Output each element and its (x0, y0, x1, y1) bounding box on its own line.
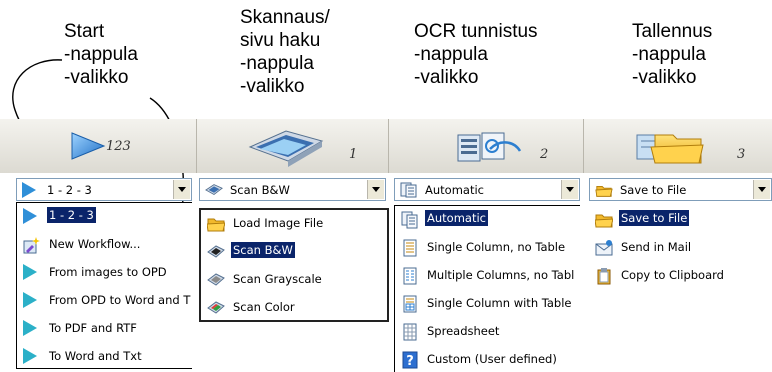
menu-item-label: New Workflow... (49, 237, 141, 251)
menu-item-label: Multiple Columns, no Tabl (427, 268, 575, 282)
document-icon (401, 211, 418, 229)
save-button-number: 3 (737, 147, 746, 162)
column-table-icon (403, 295, 417, 313)
caption-line: -valikko (414, 67, 479, 88)
start-combo[interactable]: 1 - 2 - 3 (16, 178, 192, 201)
save-combo-value: Save to File (620, 183, 687, 197)
save-button[interactable]: 3 (585, 119, 772, 173)
menu-item-label: Send in Mail (621, 240, 692, 254)
scan-combo-value: Scan B&W (230, 183, 290, 197)
ocr-button[interactable]: 2 (390, 119, 584, 173)
menu-item-label: To Word and Txt (49, 349, 142, 363)
ocr-combo[interactable]: Automatic (394, 178, 580, 201)
menu-item-label: Custom (User defined) (427, 352, 557, 366)
save-menu: Save to File Send in Mail Copy to Clipbo… (589, 206, 772, 296)
document-icon (400, 182, 417, 198)
scanner-icon (205, 184, 223, 196)
caption-line: -nappula (414, 44, 488, 65)
folder-icon (595, 214, 613, 228)
caption-line: -nappula (240, 53, 314, 74)
scanner-icon (248, 130, 324, 167)
start-button-number: 123 (106, 139, 131, 154)
scan-button-number: 1 (349, 147, 358, 162)
scanner-color-icon (207, 301, 225, 314)
caption-line: Skannaus/ (240, 7, 330, 28)
menu-item-label: From images to OPD (49, 265, 167, 279)
menu-item-label: Load Image File (233, 216, 324, 230)
caption-ocr: OCR tunnistus -nappula -valikko (414, 20, 538, 89)
save-combo[interactable]: Save to File (589, 178, 772, 201)
new-workflow-icon (23, 237, 40, 254)
menu-item-label: To PDF and RTF (49, 321, 137, 335)
chevron-down-icon[interactable] (561, 180, 578, 199)
menu-item-label: Single Column with Table (427, 296, 572, 310)
menu-item-label: Automatic (425, 210, 488, 226)
menu-item-label: Scan Grayscale (233, 272, 322, 286)
play-icon (71, 132, 106, 160)
play-icon (23, 348, 41, 366)
menu-item-label: Scan B&W (231, 242, 295, 258)
caption-line: -valikko (240, 76, 305, 97)
ocr-menu: Automatic Single Column, no Table Multip… (394, 205, 580, 372)
ocr-button-number: 2 (540, 147, 549, 162)
chevron-down-icon[interactable] (753, 180, 770, 199)
chevron-down-icon[interactable] (367, 180, 384, 199)
menu-item-label: Scan Color (233, 300, 295, 314)
start-button[interactable]: 123 (0, 119, 197, 173)
multi-column-icon (403, 267, 417, 285)
play-icon (23, 320, 41, 338)
single-column-icon (403, 239, 417, 257)
play-icon (23, 264, 41, 282)
svg-text:?: ? (406, 354, 414, 369)
menu-item-label: Save to File (619, 210, 690, 226)
caption-line: Start (64, 21, 105, 42)
caption-line: -nappula (64, 44, 138, 65)
caption-line: sivu haku (240, 30, 321, 51)
scanner-icon (207, 273, 225, 286)
caption-line: -nappula (632, 44, 706, 65)
mail-icon (595, 240, 613, 256)
scan-combo[interactable]: Scan B&W (199, 178, 386, 201)
menu-item-label: Spreadsheet (427, 324, 500, 338)
caption-scan: Skannaus/ sivu haku -nappula -valikko (240, 6, 330, 98)
ocr-combo-value: Automatic (425, 183, 484, 197)
scan-button[interactable]: 1 (198, 119, 389, 173)
menu-item-label: 1 - 2 - 3 (47, 207, 96, 223)
start-combo-value: 1 - 2 - 3 (47, 183, 92, 197)
scanner-icon (207, 245, 225, 258)
menu-item-label: From OPD to Word and T (49, 293, 191, 307)
caption-line: Tallennus (632, 21, 713, 42)
play-icon (23, 208, 41, 226)
play-icon (23, 292, 41, 310)
ocr-icon (457, 132, 522, 162)
clipboard-icon (597, 268, 611, 285)
scan-menu: Load Image File Scan B&W Scan Grayscale … (199, 208, 389, 322)
start-menu: 1 - 2 - 3 New Workflow... From images to… (16, 202, 192, 369)
chevron-down-icon[interactable] (173, 180, 190, 199)
menu-item-label: Single Column, no Table (427, 240, 566, 254)
caption-line: -valikko (64, 67, 129, 88)
caption-start: Start -nappula -valikko (64, 20, 138, 89)
help-icon: ? (402, 351, 418, 369)
menu-item-label: Copy to Clipboard (621, 268, 724, 282)
caption-line: -valikko (632, 67, 697, 88)
folder-icon (207, 218, 225, 232)
play-icon (22, 182, 40, 198)
folder-icon (595, 185, 613, 197)
caption-line: OCR tunnistus (414, 21, 538, 42)
folder-icon (636, 134, 704, 164)
spreadsheet-icon (403, 323, 417, 341)
caption-save: Tallennus -nappula -valikko (632, 20, 712, 89)
